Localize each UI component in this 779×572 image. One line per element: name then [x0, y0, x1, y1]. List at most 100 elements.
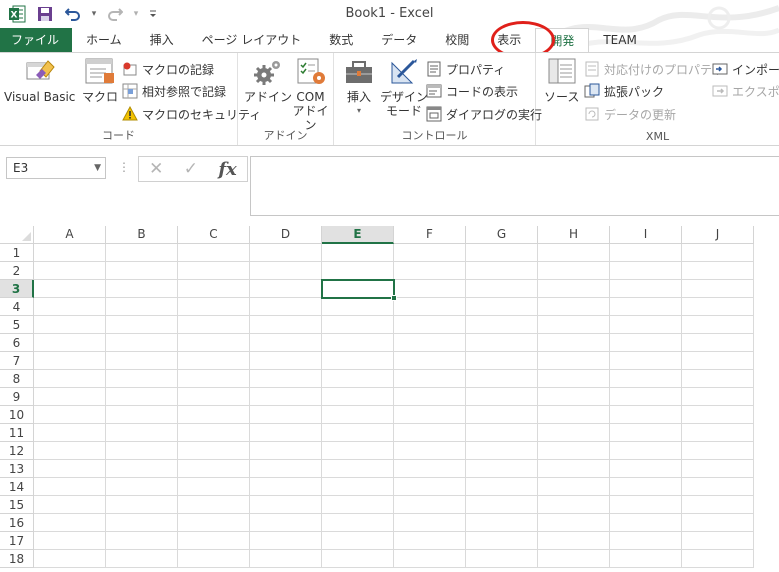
- cell-G16[interactable]: [466, 514, 538, 532]
- cell-D2[interactable]: [250, 262, 322, 280]
- cell-I10[interactable]: [610, 406, 682, 424]
- cell-E5[interactable]: [322, 316, 394, 334]
- cell-I17[interactable]: [610, 532, 682, 550]
- cell-F16[interactable]: [394, 514, 466, 532]
- cell-I8[interactable]: [610, 370, 682, 388]
- cell-D8[interactable]: [250, 370, 322, 388]
- row-header-10[interactable]: 10: [0, 406, 34, 424]
- map-properties-button[interactable]: 対応付けのプロパティ: [584, 59, 723, 79]
- cell-B11[interactable]: [106, 424, 178, 442]
- cell-F14[interactable]: [394, 478, 466, 496]
- cell-E8[interactable]: [322, 370, 394, 388]
- cell-H12[interactable]: [538, 442, 610, 460]
- cell-A14[interactable]: [34, 478, 106, 496]
- cell-H18[interactable]: [538, 550, 610, 568]
- row-header-6[interactable]: 6: [0, 334, 34, 352]
- cell-A5[interactable]: [34, 316, 106, 334]
- cell-E17[interactable]: [322, 532, 394, 550]
- cell-G15[interactable]: [466, 496, 538, 514]
- tab-data[interactable]: データ: [367, 28, 431, 52]
- cell-E1[interactable]: [322, 244, 394, 262]
- cell-J17[interactable]: [682, 532, 754, 550]
- cell-I7[interactable]: [610, 352, 682, 370]
- cell-D3[interactable]: [250, 280, 322, 298]
- cell-F18[interactable]: [394, 550, 466, 568]
- cell-G3[interactable]: [466, 280, 538, 298]
- cell-G10[interactable]: [466, 406, 538, 424]
- cell-D11[interactable]: [250, 424, 322, 442]
- enter-icon[interactable]: ✓: [184, 159, 198, 179]
- tab-home[interactable]: ホーム: [72, 28, 136, 52]
- cell-I3[interactable]: [610, 280, 682, 298]
- cell-H11[interactable]: [538, 424, 610, 442]
- column-header-B[interactable]: B: [106, 226, 178, 244]
- cell-A18[interactable]: [34, 550, 106, 568]
- cell-A8[interactable]: [34, 370, 106, 388]
- cell-A6[interactable]: [34, 334, 106, 352]
- cell-F17[interactable]: [394, 532, 466, 550]
- cell-H8[interactable]: [538, 370, 610, 388]
- cell-J10[interactable]: [682, 406, 754, 424]
- cell-C18[interactable]: [178, 550, 250, 568]
- cell-B16[interactable]: [106, 514, 178, 532]
- cell-A10[interactable]: [34, 406, 106, 424]
- addins-button[interactable]: アドイン: [244, 57, 292, 104]
- cell-D6[interactable]: [250, 334, 322, 352]
- cell-H10[interactable]: [538, 406, 610, 424]
- cell-D18[interactable]: [250, 550, 322, 568]
- cell-F11[interactable]: [394, 424, 466, 442]
- cell-H4[interactable]: [538, 298, 610, 316]
- cell-I18[interactable]: [610, 550, 682, 568]
- cell-C17[interactable]: [178, 532, 250, 550]
- tab-review[interactable]: 校閲: [431, 28, 483, 52]
- cell-D1[interactable]: [250, 244, 322, 262]
- column-header-A[interactable]: A: [34, 226, 106, 244]
- cell-I12[interactable]: [610, 442, 682, 460]
- cell-A15[interactable]: [34, 496, 106, 514]
- row-header-8[interactable]: 8: [0, 370, 34, 388]
- cell-J4[interactable]: [682, 298, 754, 316]
- cell-F3[interactable]: [394, 280, 466, 298]
- cell-E9[interactable]: [322, 388, 394, 406]
- cell-A16[interactable]: [34, 514, 106, 532]
- cell-C12[interactable]: [178, 442, 250, 460]
- cell-G11[interactable]: [466, 424, 538, 442]
- select-all-corner[interactable]: [0, 226, 34, 244]
- cell-B12[interactable]: [106, 442, 178, 460]
- tab-team[interactable]: TEAM: [589, 28, 650, 52]
- cell-J8[interactable]: [682, 370, 754, 388]
- cell-C6[interactable]: [178, 334, 250, 352]
- cell-E13[interactable]: [322, 460, 394, 478]
- macros-button[interactable]: マクロ: [82, 57, 118, 104]
- cell-J3[interactable]: [682, 280, 754, 298]
- cell-D16[interactable]: [250, 514, 322, 532]
- row-header-15[interactable]: 15: [0, 496, 34, 514]
- cell-C13[interactable]: [178, 460, 250, 478]
- expansion-packs-button[interactable]: 拡張パック: [584, 81, 664, 101]
- xml-export-button[interactable]: エクスポー: [712, 81, 779, 101]
- cell-F13[interactable]: [394, 460, 466, 478]
- name-box-dropdown-icon[interactable]: ▼: [94, 158, 101, 178]
- cell-I1[interactable]: [610, 244, 682, 262]
- cell-B10[interactable]: [106, 406, 178, 424]
- tab-developer[interactable]: 開発: [535, 28, 590, 52]
- tab-view[interactable]: 表示: [483, 28, 535, 52]
- cell-H15[interactable]: [538, 496, 610, 514]
- cell-G6[interactable]: [466, 334, 538, 352]
- cell-H2[interactable]: [538, 262, 610, 280]
- cell-C10[interactable]: [178, 406, 250, 424]
- cell-J14[interactable]: [682, 478, 754, 496]
- cell-E2[interactable]: [322, 262, 394, 280]
- record-macro-button[interactable]: マクロの記録: [122, 59, 214, 79]
- cell-I4[interactable]: [610, 298, 682, 316]
- cell-H5[interactable]: [538, 316, 610, 334]
- cell-J15[interactable]: [682, 496, 754, 514]
- row-header-11[interactable]: 11: [0, 424, 34, 442]
- cell-C4[interactable]: [178, 298, 250, 316]
- cell-A9[interactable]: [34, 388, 106, 406]
- cell-A12[interactable]: [34, 442, 106, 460]
- cell-D15[interactable]: [250, 496, 322, 514]
- cell-D13[interactable]: [250, 460, 322, 478]
- row-header-4[interactable]: 4: [0, 298, 34, 316]
- cell-J1[interactable]: [682, 244, 754, 262]
